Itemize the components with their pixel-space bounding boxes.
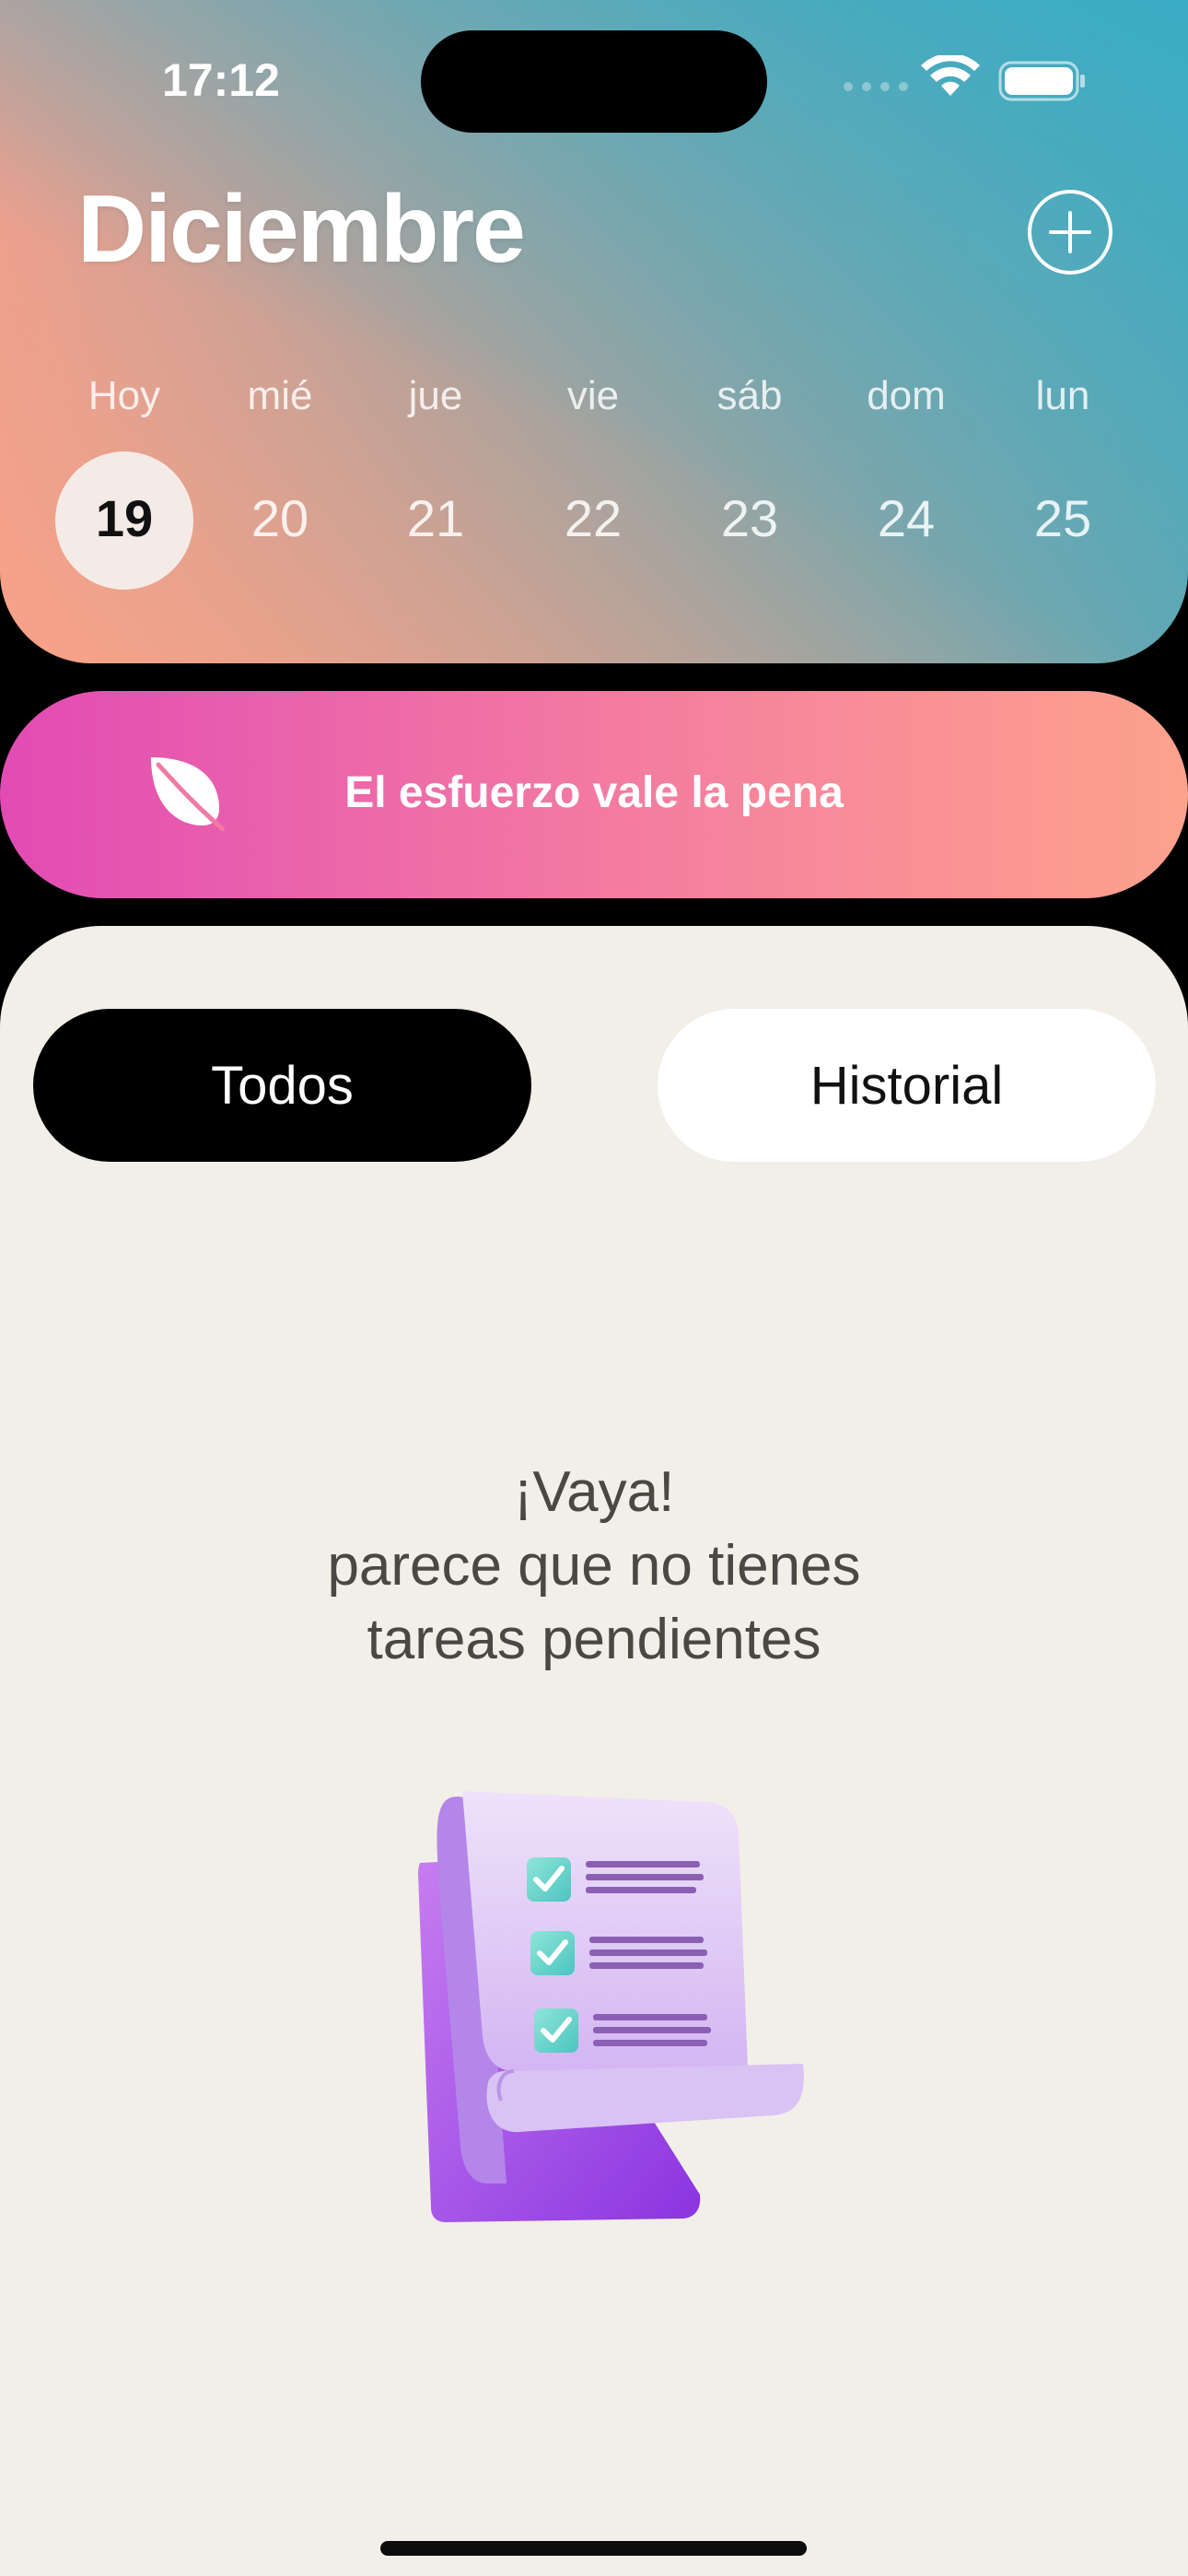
tab-label: Todos [211, 1055, 354, 1116]
empty-state-line: parece que no tienes [327, 1534, 861, 1598]
day-label: Hoy [87, 373, 161, 418]
day-number-today[interactable]: 19 [55, 488, 193, 548]
empty-state-message: ¡Vaya! parece que no tienes tareas pendi… [0, 1456, 1188, 1677]
day-number[interactable]: 24 [837, 488, 975, 548]
tab-label: Historial [809, 1055, 1004, 1116]
day-number[interactable]: 20 [211, 488, 349, 548]
day-number[interactable]: 25 [994, 488, 1132, 548]
tab-todos[interactable]: Todos [33, 1009, 531, 1162]
cellular-signal-icon [844, 82, 908, 91]
dynamic-island [421, 30, 767, 133]
empty-state-line: tareas pendientes [367, 1608, 821, 1671]
day-number[interactable]: 23 [681, 488, 819, 548]
battery-icon [998, 61, 1085, 101]
banner-text: El esfuerzo vale la pena [344, 768, 844, 817]
checklist-scroll-illustration [418, 1791, 804, 2222]
day-label: vie [566, 373, 620, 418]
home-indicator[interactable] [380, 2541, 807, 2556]
day-label: dom [867, 373, 946, 418]
day-label: mié [247, 373, 313, 418]
empty-state-line: ¡Vaya! [513, 1460, 675, 1524]
tasks-panel [0, 926, 1188, 2576]
day-number[interactable]: 21 [367, 488, 505, 548]
tab-historial[interactable]: Historial [658, 1009, 1156, 1162]
day-number[interactable]: 22 [524, 488, 662, 548]
status-time: 17:12 [162, 54, 280, 106]
month-title: Diciembre [77, 176, 526, 283]
add-task-button[interactable] [1028, 190, 1112, 275]
wifi-icon [921, 55, 980, 96]
plus-circle-icon [1049, 211, 1091, 253]
day-label: lun [1035, 373, 1090, 418]
day-label: sáb [716, 373, 783, 418]
day-label: jue [408, 373, 463, 418]
